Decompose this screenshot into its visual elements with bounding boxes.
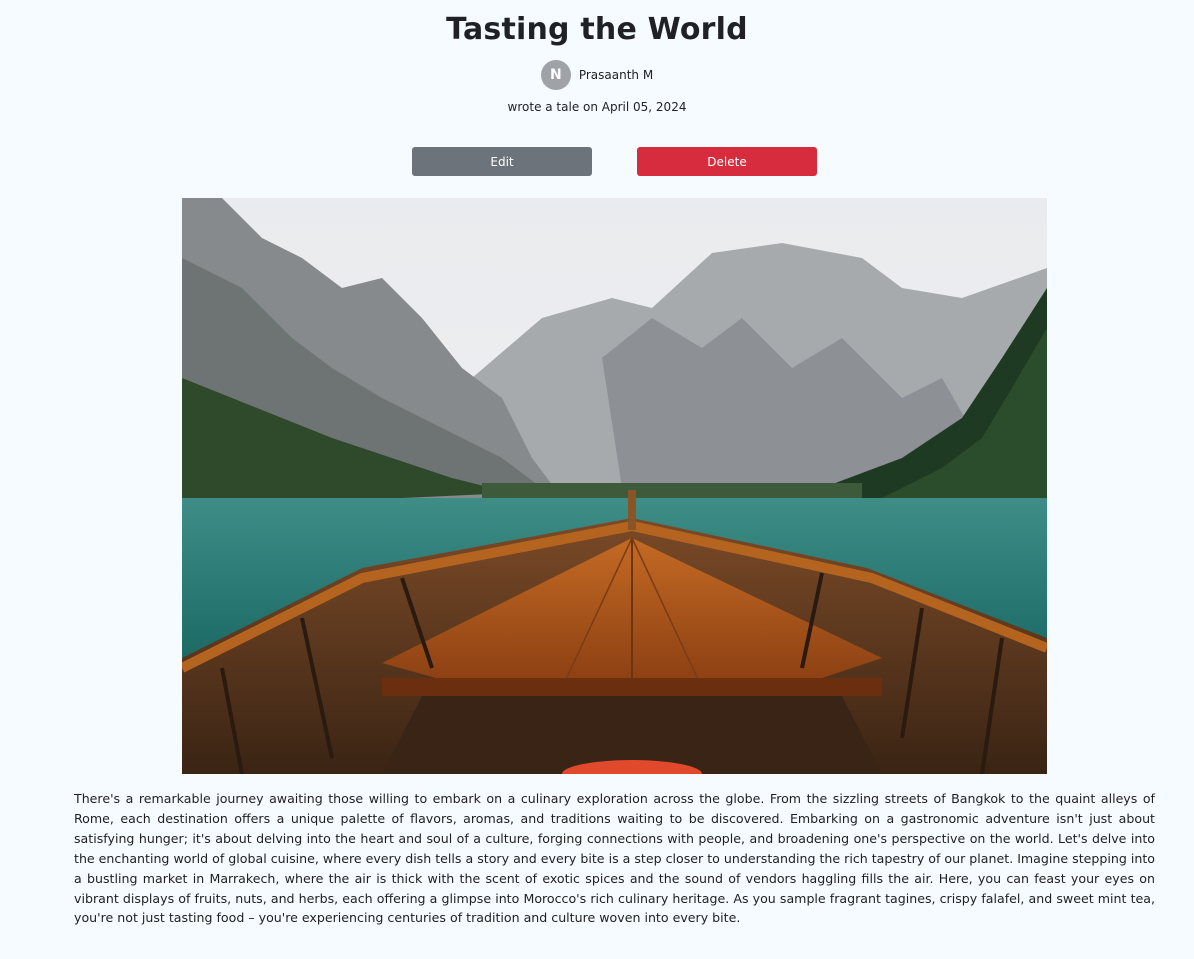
avatar: N [540,60,571,90]
delete-button[interactable]: Delete [637,147,817,176]
author-name: Prasaanth M [578,68,654,82]
author-info: N Prasaanth M [0,60,1194,90]
post-date: wrote a tale on April 05, 2024 [507,100,687,114]
post-image [182,198,1047,774]
post-body: There's a remarkable journey awaiting th… [74,791,1155,926]
edit-button[interactable]: Edit [412,147,592,176]
post-title: Tasting the World [446,12,748,47]
